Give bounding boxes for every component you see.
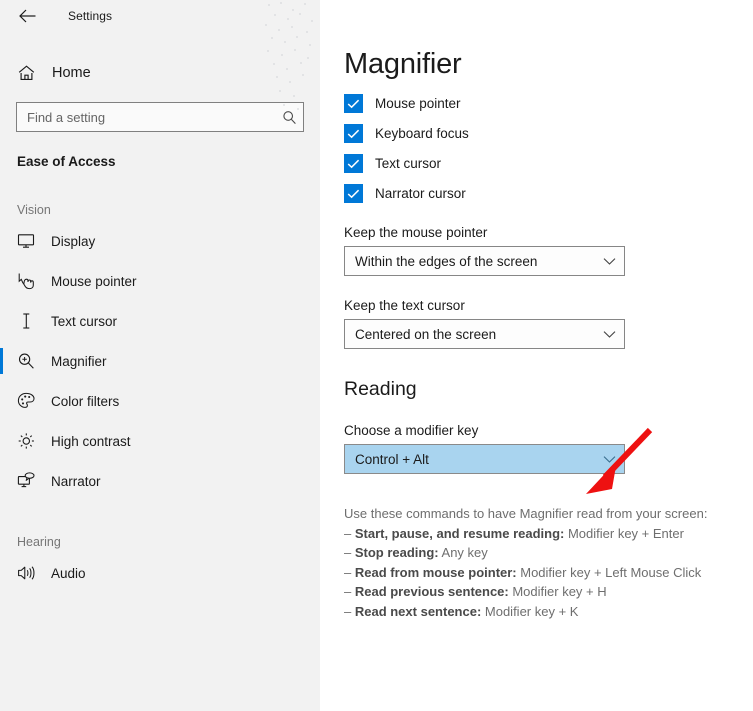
command-keys: Modifier key + Left Mouse Click (516, 564, 702, 580)
speaker-icon (17, 564, 43, 582)
page-section-title: Ease of Access (17, 154, 116, 169)
sidebar-item-mouse-pointer-label: Mouse pointer (51, 273, 137, 289)
sidebar-group-label-vision: Vision (17, 203, 51, 217)
command-dash: – (344, 584, 355, 599)
sidebar-item-high-contrast-label: High contrast (51, 433, 131, 449)
commands-help-block: Use these commands to have Magnifier rea… (344, 504, 753, 621)
command-item: – Read next sentence: Modifier key + K (344, 602, 753, 622)
dropdown-keep-mouse-pointer[interactable]: Within the edges of the screen (344, 246, 625, 276)
sidebar-item-home-label: Home (52, 65, 91, 81)
page-title: Magnifier (344, 48, 462, 80)
checkbox-label-text-cursor: Text cursor (375, 156, 442, 171)
command-keys: Modifier key + H (508, 584, 607, 599)
command-dash: – (344, 564, 355, 580)
command-keys: Any key (438, 545, 488, 560)
command-dash: – (344, 603, 355, 619)
command-name: Read from mouse pointer: (354, 564, 517, 580)
sidebar-item-text-cursor-label: Text cursor (51, 313, 118, 329)
check-icon (347, 99, 360, 108)
sidebar-item-display[interactable]: Display (0, 221, 320, 261)
sidebar-item-high-contrast[interactable]: High contrast (0, 421, 320, 461)
magnifier-icon (17, 352, 43, 370)
selection-accent-bar (0, 348, 3, 374)
sidebar-item-audio-label: Audio (51, 565, 86, 581)
command-name: Stop reading: (354, 545, 439, 560)
label-choose-modifier-key: Choose a modifier key (344, 423, 479, 438)
sidebar: Settings Home Ease of Access (0, 0, 320, 711)
sidebar-item-color-filters-label: Color filters (51, 393, 120, 409)
check-icon (347, 159, 360, 168)
command-dash: – (344, 545, 355, 560)
sidebar-item-color-filters[interactable]: Color filters (0, 381, 320, 421)
command-item: – Stop reading: Any key (344, 543, 753, 563)
brightness-icon (17, 432, 43, 450)
chevron-down-icon[interactable] (594, 330, 624, 339)
home-icon (18, 65, 40, 81)
sidebar-item-mouse-pointer[interactable]: Mouse pointer (0, 261, 320, 301)
dropdown-modifier-key-value: Control + Alt (355, 451, 429, 467)
checkbox-label-narrator-cursor: Narrator cursor (375, 186, 466, 201)
dropdown-keep-text-cursor-value: Centered on the screen (355, 326, 497, 342)
back-arrow-icon (18, 9, 35, 23)
sidebar-item-audio[interactable]: Audio (0, 553, 320, 593)
chevron-down-icon[interactable] (594, 455, 624, 464)
monitor-icon (17, 233, 43, 249)
sidebar-item-text-cursor[interactable]: Text cursor (0, 301, 320, 341)
command-name: Read next sentence: (354, 603, 482, 619)
command-item: – Start, pause, and resume reading: Modi… (344, 524, 753, 544)
back-button[interactable] (12, 2, 42, 30)
checkbox-mouse-pointer[interactable] (344, 94, 363, 113)
checkbox-row-mouse-pointer[interactable]: Mouse pointer (344, 94, 753, 113)
commands-intro: Use these commands to have Magnifier rea… (344, 506, 708, 521)
sidebar-item-magnifier[interactable]: Magnifier (0, 341, 320, 381)
check-icon (347, 189, 360, 198)
search-input[interactable] (17, 103, 275, 131)
dropdown-keep-mouse-pointer-value: Within the edges of the screen (355, 253, 538, 269)
checkbox-label-keyboard-focus: Keyboard focus (375, 126, 469, 141)
checkbox-narrator-cursor[interactable] (344, 184, 363, 203)
check-icon (347, 129, 360, 138)
command-name: Read previous sentence: (354, 584, 509, 599)
app-title: Settings (68, 9, 113, 23)
checkbox-keyboard-focus[interactable] (344, 124, 363, 143)
command-item: – Read previous sentence: Modifier key +… (344, 582, 753, 602)
sidebar-item-display-label: Display (51, 233, 96, 249)
command-item: – Read from mouse pointer: Modifier key … (344, 563, 753, 583)
dropdown-modifier-key[interactable]: Control + Alt (344, 444, 625, 474)
settings-window: Settings Home Ease of Access (0, 0, 753, 711)
command-keys: Modifier key + K (481, 603, 579, 619)
text-cursor-icon (17, 312, 43, 330)
command-name: Start, pause, and resume reading: (354, 525, 565, 541)
checkbox-label-mouse-pointer: Mouse pointer (375, 96, 461, 111)
label-keep-text-cursor: Keep the text cursor (344, 298, 465, 313)
section-heading-reading: Reading (344, 378, 417, 400)
dropdown-keep-text-cursor[interactable]: Centered on the screen (344, 319, 625, 349)
checkbox-text-cursor[interactable] (344, 154, 363, 173)
mouse-pointer-icon (17, 272, 43, 290)
label-keep-mouse-pointer: Keep the mouse pointer (344, 225, 488, 240)
sidebar-item-magnifier-label: Magnifier (51, 353, 107, 369)
search-box[interactable] (16, 102, 304, 132)
command-keys: Modifier key + Enter (564, 525, 684, 541)
chevron-down-icon[interactable] (594, 257, 624, 266)
sidebar-item-narrator[interactable]: Narrator (0, 461, 320, 501)
main-content: Magnifier Mouse pointer Keyboard focus T… (320, 0, 753, 711)
title-bar: Settings (0, 0, 320, 32)
palette-icon (17, 392, 43, 410)
narrator-icon (17, 472, 43, 490)
command-dash: – (344, 525, 355, 541)
search-icon[interactable] (275, 110, 303, 125)
sidebar-item-narrator-label: Narrator (51, 473, 101, 489)
sidebar-item-home[interactable]: Home (0, 56, 320, 90)
sidebar-group-label-hearing: Hearing (17, 535, 61, 549)
checkbox-row-keyboard-focus[interactable]: Keyboard focus (344, 124, 753, 143)
checkbox-row-text-cursor[interactable]: Text cursor (344, 154, 753, 173)
checkbox-row-narrator-cursor[interactable]: Narrator cursor (344, 184, 753, 203)
